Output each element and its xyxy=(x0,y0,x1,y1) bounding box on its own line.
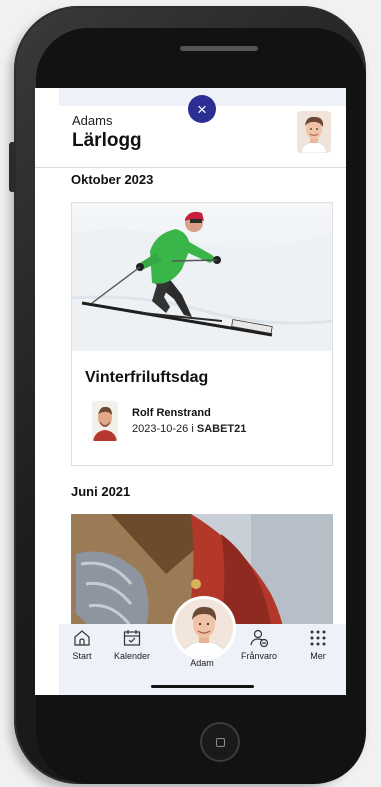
lesson-card[interactable]: Vinterfriluftsdag Rolf Renstrand 2023-10… xyxy=(71,202,333,466)
nav-label: Frånvaro xyxy=(240,651,277,661)
header: × Adams Lärlogg xyxy=(35,88,346,168)
section-heading: Oktober 2023 xyxy=(71,172,154,187)
teacher-avatar xyxy=(92,401,118,441)
nav-label: Mer xyxy=(310,651,326,661)
group-code: SABET21 xyxy=(196,423,247,435)
nav-label: Kalender xyxy=(113,651,151,661)
nav-item-franvaro[interactable]: Frånvaro xyxy=(234,628,284,661)
meta-separator: i xyxy=(191,423,194,435)
close-icon: × xyxy=(197,99,207,119)
nav-label: Start xyxy=(72,651,92,661)
section-heading: Juni 2021 xyxy=(71,484,131,499)
owner-name: Adams xyxy=(72,113,113,128)
app-screen: × Adams Lärlogg Oktober 2023 Vinterfrilu… xyxy=(35,88,346,695)
nav-item-adam-avatar[interactable] xyxy=(172,596,236,660)
nav-label-adam[interactable]: Adam xyxy=(175,658,229,668)
absence-icon xyxy=(250,629,269,648)
lesson-meta: 2023-10-26 i SABET21 xyxy=(132,423,246,435)
calendar-icon xyxy=(123,630,141,646)
page-title: Lärlogg xyxy=(72,130,142,151)
speaker-grill xyxy=(180,46,258,51)
lesson-date: 2023-10-26 xyxy=(132,423,189,435)
grid-dots-icon xyxy=(310,630,326,646)
teacher-name: Rolf Renstrand xyxy=(132,407,211,419)
lesson-title: Vinterfriluftsdag xyxy=(85,369,209,386)
close-button[interactable]: × xyxy=(188,95,216,123)
nav-item-mer[interactable]: Mer xyxy=(293,628,343,661)
nav-item-start[interactable]: Start xyxy=(57,628,107,661)
side-button[interactable] xyxy=(9,142,16,192)
home-button[interactable] xyxy=(200,722,240,762)
nav-item-kalender[interactable]: Kalender xyxy=(107,628,157,661)
home-icon xyxy=(74,630,90,646)
learning-log-feed[interactable]: Oktober 2023 Vinterfriluftsdag Rolf Rens… xyxy=(35,168,346,624)
home-indicator xyxy=(151,685,254,688)
lesson-image xyxy=(71,203,333,351)
profile-avatar[interactable] xyxy=(297,111,331,153)
